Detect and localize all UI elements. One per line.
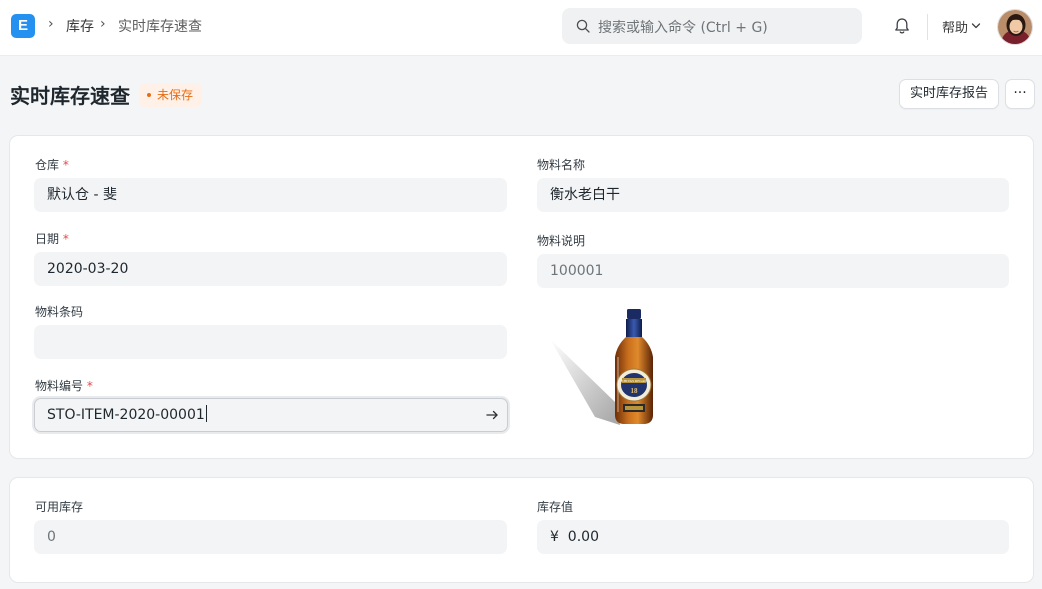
item-code-label-text: 物料编号 <box>35 379 84 393</box>
bottle-label-age: 18 <box>631 387 639 395</box>
search-bar[interactable]: 搜索或输入命令 (Ctrl + G) <box>562 8 862 44</box>
date-label: 日期 * <box>35 230 69 247</box>
status-dot-icon <box>147 92 151 97</box>
available-qty-field: 0 <box>34 520 507 554</box>
search-input[interactable]: 搜索或输入命令 (Ctrl + G) <box>598 17 768 37</box>
navbar-divider <box>927 14 928 40</box>
required-mark: * <box>86 379 93 393</box>
status-badge: 未保存 <box>139 83 203 107</box>
stock-value-field: ¥ 0.00 <box>537 520 1009 554</box>
date-label-text: 日期 <box>35 232 60 246</box>
navbar: E › 库存 › 实时库存速查 搜索或输入命令 (Ctrl + G) 帮助 <box>0 0 1042 56</box>
breadcrumb-stock[interactable]: 库存 <box>66 16 94 36</box>
item-name-label: 物料名称 <box>537 158 586 172</box>
required-mark: * <box>62 158 69 172</box>
item-code-label: 物料编号 * <box>35 377 93 394</box>
item-name-field: 衡水老白干 <box>537 178 1009 212</box>
bell-icon[interactable] <box>892 16 912 36</box>
chevron-right-icon: › <box>100 16 106 32</box>
arrow-right-icon[interactable] <box>485 408 499 422</box>
item-barcode-field[interactable] <box>34 325 507 359</box>
item-description-field: 100001 <box>537 254 1009 288</box>
chevron-right-icon: › <box>48 16 54 32</box>
avatar-image <box>998 10 1032 44</box>
stock-value-label: 库存值 <box>537 500 574 514</box>
item-description-label: 物料说明 <box>537 234 586 248</box>
item-code-field[interactable]: STO-ITEM-2020-00001 <box>34 398 508 432</box>
search-icon <box>576 19 590 33</box>
status-badge-label: 未保存 <box>157 88 194 102</box>
item-image: CHIVAS REGAL 18 <box>550 309 653 425</box>
warehouse-field[interactable]: 默认仓 - 斐 <box>34 178 507 212</box>
item-barcode-label: 物料条码 <box>35 305 84 319</box>
page-title: 实时库存速查 <box>10 84 130 108</box>
breadcrumb-current[interactable]: 实时库存速查 <box>118 16 202 36</box>
required-mark: * <box>62 232 69 246</box>
app-logo-icon[interactable]: E <box>11 14 35 38</box>
available-qty-label: 可用库存 <box>35 500 84 514</box>
chevron-down-icon[interactable] <box>971 22 981 30</box>
bottle-label-text: CHIVAS REGAL <box>621 379 646 383</box>
user-avatar[interactable] <box>997 9 1033 45</box>
warehouse-label: 仓库 * <box>35 156 69 173</box>
stock-report-button[interactable]: 实时库存报告 <box>899 79 999 109</box>
item-code-value: STO-ITEM-2020-00001 <box>47 407 205 423</box>
warehouse-label-text: 仓库 <box>35 158 60 172</box>
text-caret <box>205 405 207 422</box>
more-actions-button[interactable]: ··· <box>1005 79 1035 109</box>
date-field[interactable]: 2020-03-20 <box>34 252 507 286</box>
help-menu[interactable]: 帮助 <box>942 17 968 36</box>
